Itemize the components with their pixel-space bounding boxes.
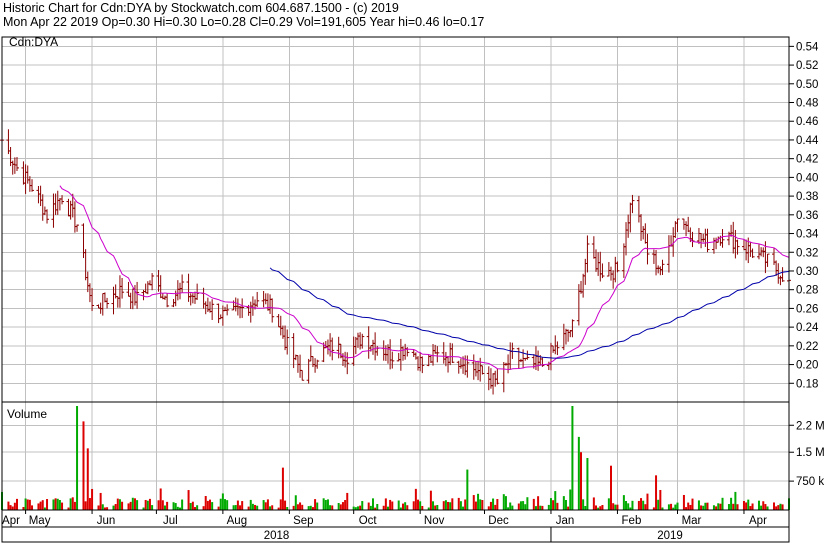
volume-bars — [1, 406, 790, 510]
month-label: Oct — [359, 515, 378, 527]
moving-averages — [59, 185, 790, 371]
month-label: May — [29, 515, 51, 527]
volume-grid — [2, 424, 789, 482]
price-tick-label: 0.20 — [796, 360, 818, 372]
month-axis-labels: Apr May Jun Jul Aug Sep Oct Nov Dec Jan Feb Mar Apr — [2, 510, 767, 527]
price-tick-label: 0.50 — [796, 79, 818, 91]
price-tick-label: 0.46 — [796, 116, 818, 128]
month-label: Mar — [682, 515, 702, 527]
year-axis-labels: 2018 2019 — [264, 527, 683, 542]
month-label: Jul — [163, 515, 178, 527]
month-grid — [25, 37, 745, 510]
price-tick-label: 0.48 — [796, 98, 818, 110]
volume-tick-label: 2.2 M — [796, 420, 825, 432]
volume-tick-label: 750 k — [796, 476, 824, 488]
price-tick-label: 0.22 — [796, 341, 818, 353]
volume-tick-label: 1.5 M — [796, 447, 825, 459]
month-label: Sep — [293, 515, 313, 527]
price-tick-label: 0.18 — [796, 378, 818, 390]
price-axis-labels: 0.54 0.52 0.50 0.48 0.46 0.44 0.42 0.40 0.38 0.36… — [789, 41, 819, 390]
price-grid — [2, 45, 789, 384]
stock-chart: 0.54 0.52 0.50 0.48 0.46 0.44 0.42 0.40 0.38 0.36… — [0, 35, 825, 543]
price-panel-title: Cdn:DYA — [9, 35, 58, 49]
price-tick-label: 0.24 — [796, 322, 819, 334]
price-tick-label: 0.34 — [796, 229, 819, 241]
price-panel-frame — [1, 36, 790, 403]
price-tick-label: 0.32 — [796, 247, 818, 259]
price-tick-label: 0.52 — [796, 60, 818, 72]
month-label: Apr — [2, 515, 20, 527]
month-label: Jan — [556, 515, 575, 527]
price-tick-label: 0.36 — [796, 210, 818, 222]
month-label: Nov — [424, 515, 445, 527]
price-tick-label: 0.30 — [796, 266, 818, 278]
price-tick-label: 0.44 — [796, 135, 819, 147]
moving-average-long-line — [269, 267, 790, 359]
year-label: 2019 — [657, 530, 683, 542]
volume-panel-title: Volume — [7, 407, 47, 421]
month-axis-frame — [1, 509, 790, 528]
month-label: Apr — [749, 515, 767, 527]
price-tick-label: 0.28 — [796, 285, 818, 297]
volume-axis-labels: 2.2 M 1.5 M 750 k — [789, 420, 825, 488]
price-tick-label: 0.54 — [796, 41, 819, 53]
month-label: Jun — [97, 515, 116, 527]
moving-average-short-line — [59, 185, 790, 371]
month-label: Aug — [227, 515, 247, 527]
month-label: Dec — [488, 515, 509, 527]
price-tick-label: 0.26 — [796, 303, 818, 315]
price-tick-label: 0.40 — [796, 172, 818, 184]
volume-panel-frame — [1, 401, 790, 511]
price-bars — [0, 129, 791, 395]
month-label: Feb — [622, 515, 642, 527]
price-tick-label: 0.38 — [796, 191, 818, 203]
year-label: 2018 — [264, 530, 290, 542]
price-tick-label: 0.42 — [796, 154, 818, 166]
